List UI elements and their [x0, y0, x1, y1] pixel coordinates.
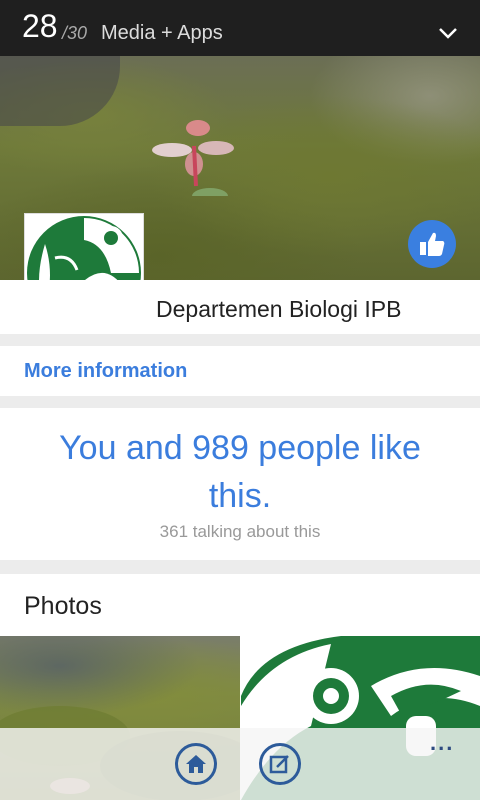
- edit-icon: [269, 755, 289, 774]
- talking-about-count: 361 talking about this: [159, 522, 321, 541]
- cover-rock: [0, 56, 120, 126]
- thumbs-up-icon: [420, 232, 445, 256]
- top-header: 28 /30 Media + Apps: [0, 0, 480, 56]
- likes-summary[interactable]: You and 989 people like this.: [0, 424, 480, 520]
- home-button[interactable]: [175, 743, 217, 785]
- compose-button[interactable]: [259, 743, 301, 785]
- app-bar: ...: [0, 728, 480, 800]
- more-options-button[interactable]: ...: [430, 730, 454, 756]
- likes-line-1: You and 989 people like: [59, 429, 421, 467]
- home-icon: [186, 755, 206, 773]
- media-count: 28: [22, 8, 58, 44]
- section-title: Media + Apps: [101, 22, 223, 44]
- like-button[interactable]: [408, 220, 456, 268]
- flower-image: [152, 120, 234, 196]
- photos-heading[interactable]: Photos: [24, 592, 102, 621]
- likes-card: You and 989 people like this. 361 talkin…: [0, 408, 480, 560]
- likes-line-2: this.: [208, 477, 272, 515]
- more-information-link[interactable]: More information: [24, 360, 187, 383]
- more-information-card: More information: [0, 346, 480, 396]
- chevron-down-icon[interactable]: [438, 26, 458, 40]
- page-name: Departemen Biologi IPB: [156, 296, 402, 322]
- media-total: /30: [62, 23, 88, 43]
